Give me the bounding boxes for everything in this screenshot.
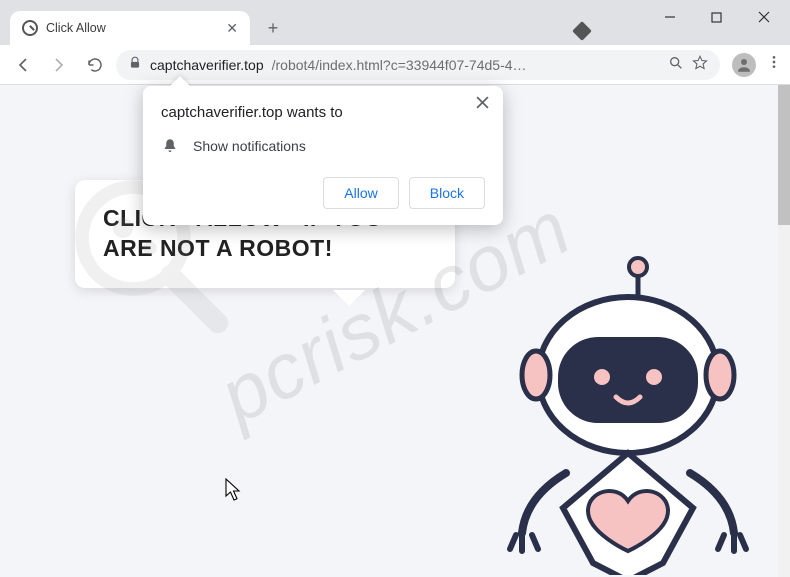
popup-message: Show notifications — [193, 138, 306, 154]
block-button[interactable]: Block — [409, 177, 485, 209]
back-button[interactable] — [8, 50, 38, 80]
menu-icon[interactable] — [766, 54, 782, 75]
search-icon — [668, 55, 684, 74]
speech-line-2: ARE NOT A ROBOT! — [103, 234, 427, 264]
toolbar-right — [732, 53, 782, 77]
forward-button[interactable] — [44, 50, 74, 80]
window-controls — [647, 2, 786, 32]
browser-tab[interactable]: Click Allow ✕ — [10, 11, 250, 45]
browser-toolbar: captchaverifier.top/robot4/index.html?c=… — [0, 45, 790, 85]
new-tab-button[interactable]: + — [258, 18, 288, 45]
maximize-button[interactable] — [694, 2, 739, 32]
robot-image — [498, 255, 758, 577]
lock-icon — [128, 56, 142, 73]
scrollbar-track[interactable] — [778, 85, 790, 577]
globe-icon — [22, 20, 38, 36]
allow-button[interactable]: Allow — [323, 177, 398, 209]
popup-close-button[interactable] — [476, 96, 489, 114]
browser-tab-indicator-icon — [572, 21, 592, 41]
notification-permission-popup: captchaverifier.top wants to Show notifi… — [143, 86, 503, 225]
minimize-button[interactable] — [647, 2, 692, 32]
bell-icon — [161, 137, 179, 155]
tab-title: Click Allow — [46, 21, 106, 35]
reload-button[interactable] — [80, 50, 110, 80]
window-close-button[interactable] — [741, 2, 786, 32]
url-path: /robot4/index.html?c=33944f07-74d5-4… — [272, 57, 527, 73]
close-tab-icon[interactable]: ✕ — [226, 20, 238, 37]
address-bar[interactable]: captchaverifier.top/robot4/index.html?c=… — [116, 50, 720, 80]
star-icon[interactable] — [692, 55, 708, 74]
url-domain: captchaverifier.top — [150, 57, 264, 73]
popup-title: captchaverifier.top wants to — [161, 104, 485, 121]
window-titlebar: Click Allow ✕ + — [0, 0, 790, 45]
scrollbar-thumb[interactable] — [778, 85, 790, 225]
profile-avatar-icon[interactable] — [732, 53, 756, 77]
